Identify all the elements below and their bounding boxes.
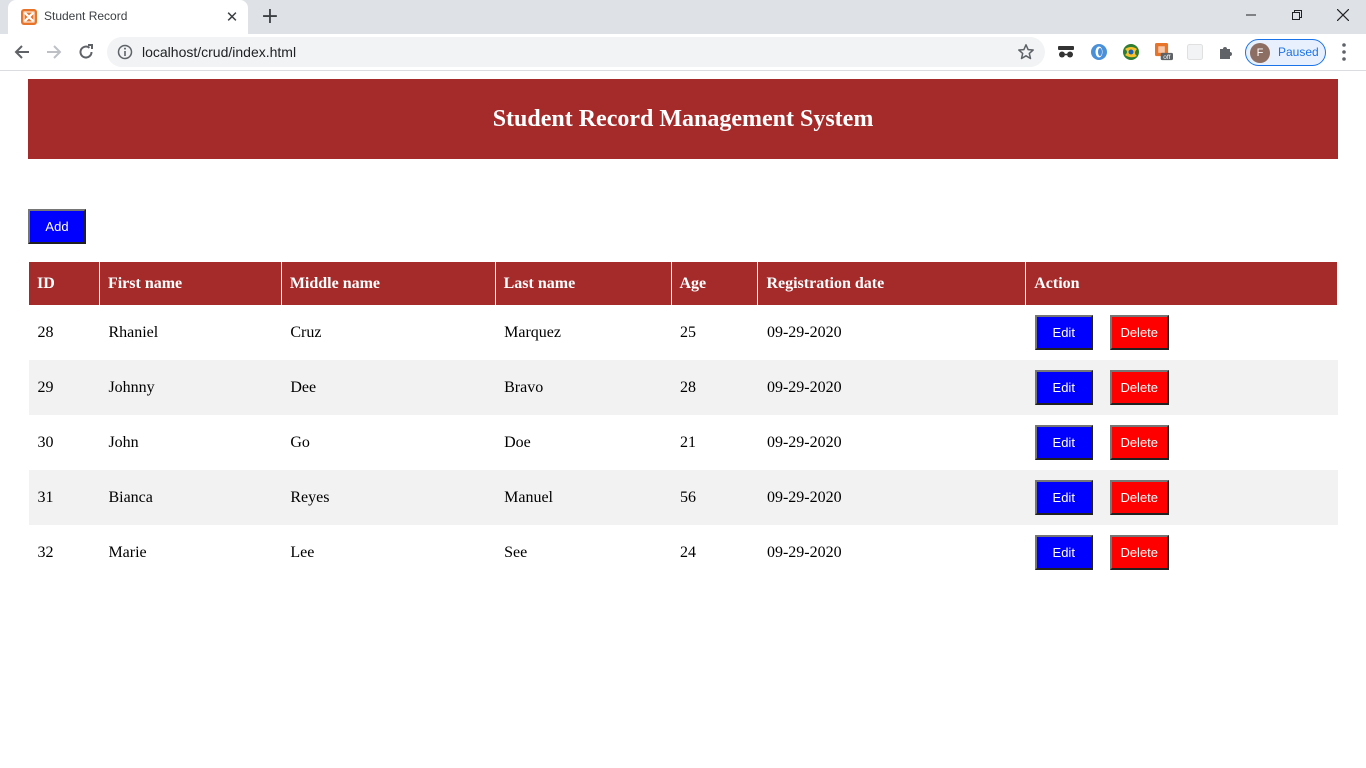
cell-registration-date: 09-29-2020 <box>757 360 1026 415</box>
profile-status: Paused <box>1278 45 1319 59</box>
cell-first-name: Marie <box>108 543 147 561</box>
reload-icon <box>79 44 93 59</box>
cell-action: Edit Delete <box>1026 525 1338 580</box>
cell-id: 28 <box>37 323 54 341</box>
header-action: Action <box>1025 262 1338 305</box>
cell-id: 29 <box>28 360 100 415</box>
arrow-left-icon <box>14 45 29 59</box>
edit-button[interactable]: Edit <box>1034 480 1093 515</box>
cell-registration-date: 09-29-2020 <box>766 543 842 561</box>
cell-age: 28 <box>671 360 758 415</box>
delete-button[interactable]: Delete <box>1109 480 1169 515</box>
edit-button[interactable]: Edit <box>1034 425 1093 460</box>
cell-age: 56 <box>671 470 758 525</box>
delete-button[interactable]: Delete <box>1109 425 1169 460</box>
cell-id: 31 <box>28 470 100 525</box>
browser-toolbar: localhost/crud/index.html off F Paused <box>0 34 1366 71</box>
profile-button[interactable]: F Paused <box>1245 39 1326 66</box>
cell-action: Edit Delete <box>1026 305 1338 360</box>
cell-action: Edit Delete <box>1025 470 1338 525</box>
puzzle-icon[interactable] <box>1217 43 1235 61</box>
cell-age: 24 <box>680 543 696 561</box>
xampp-icon <box>21 9 37 25</box>
edit-button[interactable]: Edit <box>1034 535 1093 570</box>
new-tab-button[interactable]: + <box>258 5 282 29</box>
close-icon[interactable]: ✕ <box>224 9 240 25</box>
cell-first-name: John <box>108 433 139 451</box>
table-row: 28 Rhaniel Cruz Marquez 25 09-29-2020 Ed… <box>29 305 1338 360</box>
header-first-name: First name <box>98 262 282 305</box>
edit-button[interactable]: Edit <box>1034 370 1093 405</box>
table-row: 32 Marie Lee See 24 09-29-2020 Edit Delet… <box>29 525 1338 580</box>
cell-age: 21 <box>680 433 696 451</box>
header-last-name: Last name <box>494 262 672 305</box>
page-title: Student Record Management System <box>492 105 874 132</box>
star-icon[interactable] <box>1017 43 1035 66</box>
avatar: F <box>1250 43 1270 63</box>
restore-button[interactable] <box>1274 0 1320 30</box>
forward-button[interactable] <box>40 38 68 66</box>
cell-last-name: Bravo <box>495 360 671 415</box>
cell-middle-name: Lee <box>290 543 315 561</box>
tab-strip: Student Record ✕ + <box>0 0 1366 34</box>
address-bar[interactable]: localhost/crud/index.html <box>107 37 1045 67</box>
cell-action: Edit Delete <box>1026 415 1338 470</box>
cell-first-name: Johnny <box>99 360 282 415</box>
incognito-extension-icon[interactable] <box>1057 43 1075 61</box>
extension-badge-text: off <box>1163 54 1170 61</box>
off-extension-icon[interactable]: off <box>1155 43 1173 61</box>
header-id: ID <box>28 262 100 305</box>
table-header-row: ID First name Middle name Last name Age … <box>28 262 1338 305</box>
cell-last-name: Doe <box>504 433 531 451</box>
cell-last-name: Marquez <box>504 323 561 341</box>
table-row: 29 Johnny Dee Bravo 28 09-29-2020 Edit De… <box>28 360 1338 415</box>
cell-last-name: Manuel <box>495 470 671 525</box>
cell-middle-name: Cruz <box>290 323 322 341</box>
cell-age: 25 <box>680 323 696 341</box>
minimize-button[interactable] <box>1228 0 1274 30</box>
cell-registration-date: 09-29-2020 <box>766 433 842 451</box>
blank-extension-icon[interactable] <box>1186 43 1204 61</box>
back-button[interactable] <box>8 38 36 66</box>
tab-title: Student Record <box>44 9 128 23</box>
cell-action: Edit Delete <box>1025 360 1338 415</box>
cell-registration-date: 09-29-2020 <box>766 323 842 341</box>
header-registration-date: Registration date <box>757 262 1027 305</box>
page-header: Student Record Management System <box>28 79 1338 159</box>
cell-middle-name: Go <box>290 433 310 451</box>
cell-id: 32 <box>37 543 54 561</box>
browser-tab[interactable]: Student Record ✕ <box>8 0 248 34</box>
edit-button[interactable]: Edit <box>1034 315 1093 350</box>
cell-first-name: Rhaniel <box>108 323 159 341</box>
delete-button[interactable]: Delete <box>1109 535 1169 570</box>
arrow-right-icon <box>47 45 62 59</box>
table-row: 31 Bianca Reyes Manuel 56 09-29-2020 Edi… <box>28 470 1338 525</box>
opera-extension-icon[interactable] <box>1090 43 1108 61</box>
cell-id: 30 <box>37 433 54 451</box>
delete-button[interactable]: Delete <box>1109 315 1169 350</box>
cell-first-name: Bianca <box>99 470 282 525</box>
cell-middle-name: Reyes <box>281 470 496 525</box>
info-icon[interactable] <box>117 44 133 65</box>
window-close-button[interactable] <box>1320 0 1366 30</box>
cell-registration-date: 09-29-2020 <box>757 470 1026 525</box>
delete-button[interactable]: Delete <box>1109 370 1169 405</box>
url-text[interactable]: localhost/crud/index.html <box>142 44 296 60</box>
student-table: ID First name Middle name Last name Age … <box>28 262 1338 580</box>
add-button[interactable]: Add <box>28 209 86 244</box>
header-middle-name: Middle name <box>280 262 496 305</box>
globe-extension-icon[interactable] <box>1122 43 1140 61</box>
cell-last-name: See <box>504 543 528 561</box>
header-age: Age <box>670 262 759 305</box>
kebab-menu-icon[interactable] <box>1337 42 1351 62</box>
reload-button[interactable] <box>72 38 100 66</box>
table-row: 30 John Go Doe 21 09-29-2020 Edit Delete <box>29 415 1338 470</box>
cell-middle-name: Dee <box>281 360 496 415</box>
